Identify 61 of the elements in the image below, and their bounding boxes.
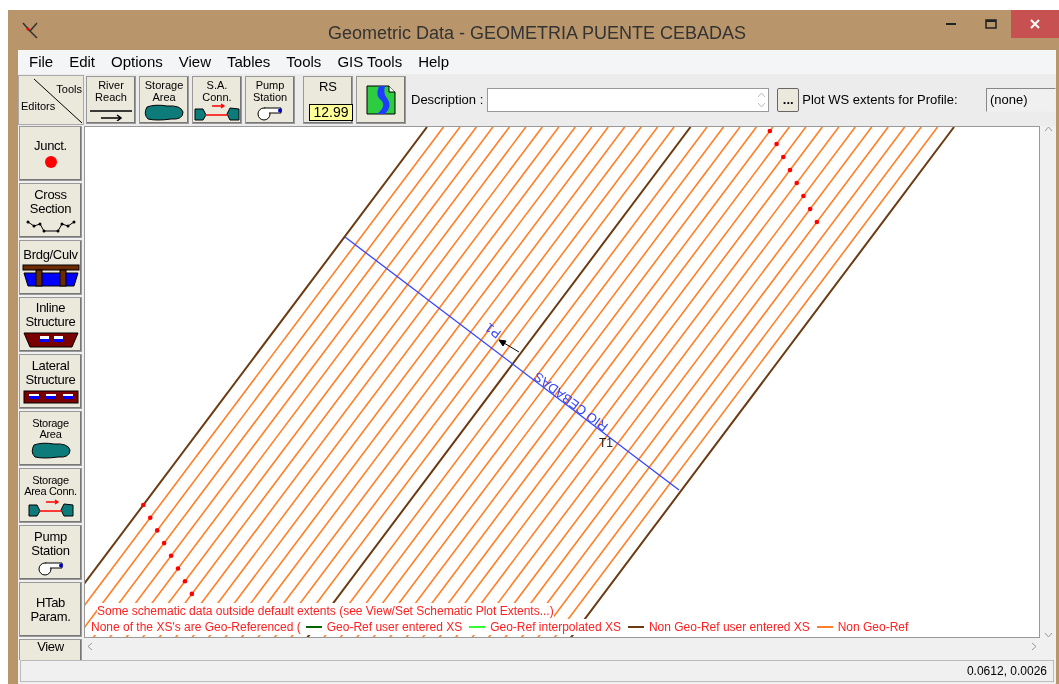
tool-button[interactable]: River Reach — [86, 76, 136, 124]
editor-button[interactable]: HTab Param. — [19, 582, 82, 637]
editor-button[interactable]: Storage Area — [19, 411, 82, 466]
app-icon — [20, 20, 40, 40]
window-title: Geometric Data - GEOMETRIA PUENTE CEBADAS — [328, 22, 747, 45]
menu-item[interactable]: View — [171, 50, 218, 74]
tools-label: Tools — [56, 82, 82, 97]
weir-icon — [21, 330, 80, 349]
connection-icon — [27, 498, 74, 517]
extents-notice-text: Some schematic data outside default extents (see View/Set Schematic Plot Extents...) — [97, 603, 554, 619]
editor-button[interactable]: Pump Station — [19, 525, 82, 580]
legend-intro-text: None of the XS's are Geo-Referenced ( — [91, 619, 301, 635]
menu-item[interactable]: Tables — [220, 50, 278, 74]
editor-button[interactable]: Junct. — [19, 126, 82, 181]
menu-item[interactable]: Edit — [62, 50, 103, 74]
menu-item[interactable]: File — [22, 50, 61, 74]
pond-icon — [143, 104, 185, 121]
pond-icon — [29, 442, 72, 459]
editor-button[interactable]: Inline Structure — [19, 297, 82, 352]
description-label: Description : — [411, 91, 484, 110]
menu-item[interactable]: Help — [411, 50, 456, 74]
scroll-right-icon — [1031, 641, 1037, 651]
pump-icon — [255, 105, 285, 121]
coordinates-text: 0.0612, 0.0026 — [966, 663, 1047, 680]
reach-name-label: P1 — [482, 320, 504, 342]
scroll-down-icon — [1043, 632, 1053, 638]
river-station-tag: 12.99 — [309, 104, 353, 121]
editors-label: Editors — [21, 98, 56, 114]
pump-icon — [35, 559, 66, 576]
editor-button[interactable]: View — [19, 639, 82, 660]
menu-item[interactable]: GIS Tools — [330, 50, 410, 74]
lateral-weir-icon — [21, 388, 80, 405]
bridge-icon — [21, 263, 80, 288]
tool-button[interactable]: S.A. Conn. — [192, 76, 242, 124]
junction-icon — [43, 154, 58, 169]
editor-button[interactable]: Storage Area Conn. — [19, 468, 82, 523]
maximize-icon — [985, 19, 997, 29]
close-icon — [1029, 18, 1041, 30]
line-arrow-icon — [89, 109, 133, 121]
tool-button[interactable]: Storage Area — [139, 76, 189, 124]
connection-icon — [194, 103, 240, 121]
menu-item[interactable]: Tools — [279, 50, 329, 74]
editor-button[interactable]: Lateral Structure — [19, 354, 82, 409]
close-button[interactable] — [1011, 10, 1059, 38]
tool-button[interactable]: Pump Station — [245, 76, 295, 124]
profile-label: Plot WS extents for Profile: — [802, 91, 958, 110]
legend-label: Geo-Ref interpolated XS — [490, 619, 621, 635]
minimize-icon — [945, 22, 957, 26]
editor-button[interactable]: Brdg/Culv — [19, 240, 82, 295]
scroll-up-icon — [1043, 126, 1053, 132]
scroll-left-icon — [87, 641, 93, 651]
menu-item[interactable]: Options — [104, 50, 170, 74]
ellipsis-button[interactable]: ... — [777, 88, 800, 112]
spin-arrows-icon — [757, 91, 767, 109]
tool-button[interactable] — [356, 76, 406, 124]
map-icon — [365, 84, 397, 116]
flow-arrow — [498, 339, 520, 353]
tool-button[interactable]: RS 12.99 — [303, 76, 353, 124]
description-field[interactable] — [487, 88, 770, 112]
profile-select[interactable]: (none) — [986, 88, 1056, 112]
editor-button[interactable]: Cross Section — [19, 183, 82, 238]
